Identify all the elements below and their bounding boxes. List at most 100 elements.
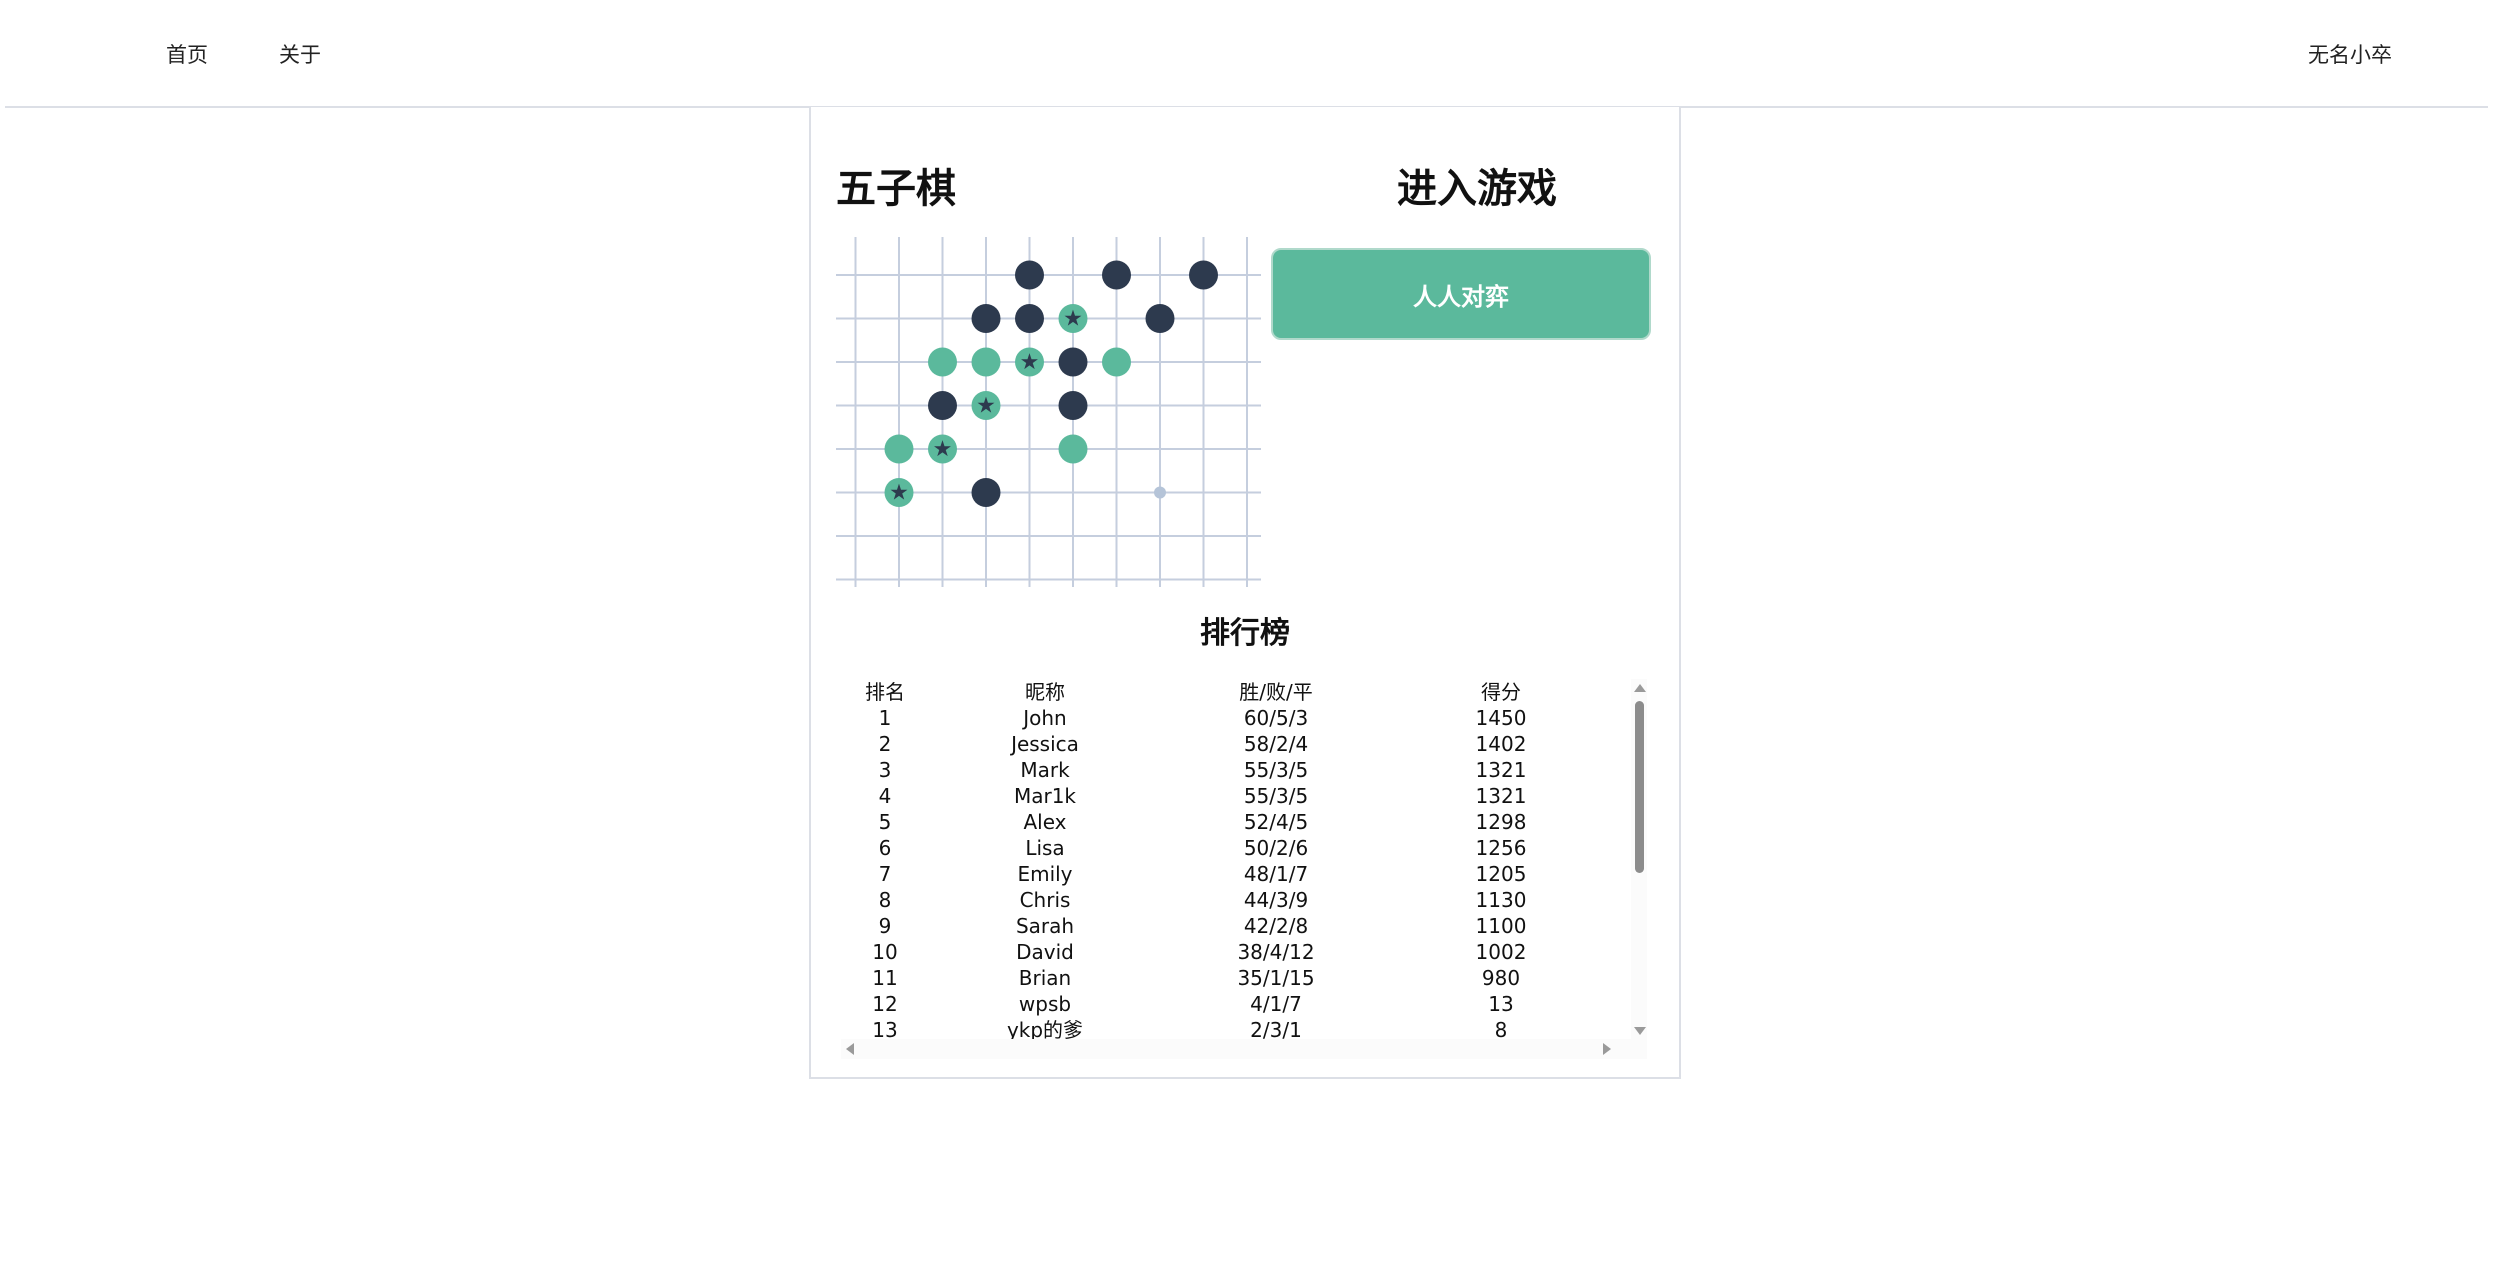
nav-about-link[interactable]: 关于: [279, 40, 321, 70]
green-stone: [971, 347, 1001, 377]
cell-nickname: wpsb: [1018, 992, 1072, 1016]
game-title: 五子棋: [836, 166, 956, 212]
header-rank: 排名: [865, 680, 905, 704]
cell-nickname: David: [1016, 940, 1074, 964]
cell-rank: 4: [878, 784, 892, 808]
game-panel: 五子棋 进入游戏 ★ ★ ★ ★ ★ 人人对弈 排行榜 排名 昵称 胜/败/平 得分: [809, 107, 1681, 1079]
cell-rank: 1: [878, 706, 892, 730]
cell-rank: 12: [872, 992, 898, 1016]
cell-record: 55/3/5: [1243, 758, 1309, 782]
cell-score: 1402: [1475, 732, 1527, 756]
black-stone: [1189, 260, 1218, 290]
cell-rank: 8: [878, 888, 892, 912]
ranking-row: 7 Emily 48/1/7 1205: [841, 861, 1611, 887]
black-stone: [1015, 260, 1044, 290]
nav-home-link[interactable]: 首页: [166, 40, 208, 70]
cell-record: 48/1/7: [1243, 862, 1309, 886]
cell-rank: 10: [872, 940, 898, 964]
scroll-up-icon[interactable]: [1634, 684, 1646, 692]
cell-nickname: Jessica: [1011, 732, 1079, 756]
ranking-table: 排名 昵称 胜/败/平 得分 1 John 60/5/3 1450 2 Jessica 58…: [841, 679, 1611, 1039]
star-marker-icon: ★: [889, 481, 909, 506]
green-stone: [928, 347, 957, 377]
ranking-row: 8 Chris 44/3/9 1130: [841, 887, 1611, 913]
header-record: 胜/败/平: [1239, 680, 1313, 704]
black-stone: [971, 304, 1001, 333]
star-marker-icon: ★: [933, 437, 953, 462]
cell-score: 1256: [1475, 836, 1527, 860]
black-stone: [1058, 347, 1088, 377]
cell-nickname: Chris: [1019, 888, 1071, 912]
horizontal-scrollbar[interactable]: [841, 1039, 1631, 1059]
cell-nickname: Brian: [1018, 966, 1072, 990]
ranking-table-container[interactable]: 排名 昵称 胜/败/平 得分 1 John 60/5/3 1450 2 Jessica 58…: [841, 679, 1647, 1059]
green-stone: [1058, 434, 1088, 464]
cell-record: 55/3/5: [1243, 784, 1309, 808]
pvp-button[interactable]: 人人对弈: [1271, 248, 1651, 340]
cell-nickname: Sarah: [1015, 914, 1075, 938]
cell-record: 60/5/3: [1243, 706, 1309, 730]
cell-score: 980: [1481, 966, 1521, 990]
ranking-row: 10 David 38/4/12 1002: [841, 939, 1611, 965]
top-navbar: 首页 关于 无名小卒: [5, 0, 2488, 108]
cell-nickname: Mark: [1020, 758, 1070, 782]
cell-score: 1100: [1475, 914, 1527, 938]
ranking-row: 1 John 60/5/3 1450: [841, 705, 1611, 731]
header-nickname: 昵称: [1025, 680, 1065, 704]
black-stone: [1145, 304, 1175, 333]
gomoku-board-preview: ★ ★ ★ ★ ★: [836, 237, 1261, 587]
cell-score: 13: [1488, 992, 1514, 1016]
header-score: 得分: [1481, 680, 1521, 704]
cell-nickname: Emily: [1017, 862, 1073, 886]
cell-score: 1450: [1475, 706, 1527, 730]
cell-nickname: ykp的爹: [1006, 1018, 1084, 1039]
ranking-row: 11 Brian 35/1/15 980: [841, 965, 1611, 991]
ranking-title: 排行榜: [1200, 616, 1290, 651]
green-stone: [1102, 347, 1131, 377]
cell-score: 1130: [1475, 888, 1527, 912]
scroll-down-icon[interactable]: [1634, 1027, 1646, 1035]
cell-record: 2/3/1: [1250, 1018, 1302, 1039]
cell-score: 1002: [1475, 940, 1527, 964]
cell-record: 35/1/15: [1237, 966, 1315, 990]
cell-score: 1321: [1475, 784, 1527, 808]
star-marker-icon: ★: [1063, 307, 1083, 332]
cell-score: 1205: [1475, 862, 1527, 886]
scroll-right-icon[interactable]: [1603, 1043, 1611, 1055]
cell-score: 1298: [1475, 810, 1527, 834]
cell-score: 1321: [1475, 758, 1527, 782]
user-name-link[interactable]: 无名小卒: [2308, 40, 2392, 70]
enter-game-title: 进入游戏: [1397, 166, 1557, 212]
ranking-row: 9 Sarah 42/2/8 1100: [841, 913, 1611, 939]
cell-record: 4/1/7: [1250, 992, 1302, 1016]
black-stone: [1102, 260, 1131, 290]
scrollbar-thumb[interactable]: [1635, 701, 1644, 873]
cell-nickname: John: [1023, 706, 1067, 730]
cell-nickname: Lisa: [1025, 836, 1065, 860]
black-stone: [1058, 391, 1088, 420]
ranking-row: 5 Alex 52/4/5 1298: [841, 809, 1611, 835]
cell-record: 52/4/5: [1243, 810, 1309, 834]
cell-nickname: Alex: [1023, 810, 1067, 834]
vertical-scrollbar[interactable]: [1631, 679, 1647, 1039]
star-marker-icon: ★: [1020, 350, 1040, 375]
black-stone: [1015, 304, 1044, 333]
cell-rank: 11: [872, 966, 898, 990]
ranking-row: 13 ykp的爹 2/3/1 8: [841, 1017, 1611, 1039]
ranking-row: 6 Lisa 50/2/6 1256: [841, 835, 1611, 861]
board-hint-dot: [1154, 486, 1166, 499]
black-stone: [928, 391, 957, 420]
cell-rank: 13: [872, 1018, 898, 1039]
cell-rank: 5: [878, 810, 892, 834]
cell-record: 58/2/4: [1243, 732, 1309, 756]
cell-rank: 6: [878, 836, 892, 860]
ranking-row: 12 wpsb 4/1/7 13: [841, 991, 1611, 1017]
cell-record: 42/2/8: [1243, 914, 1309, 938]
cell-nickname: Mar1k: [1013, 784, 1077, 808]
ranking-row: 2 Jessica 58/2/4 1402: [841, 731, 1611, 757]
scroll-left-icon[interactable]: [846, 1043, 854, 1055]
cell-rank: 7: [878, 862, 892, 886]
green-stone: [884, 434, 914, 464]
cell-score: 8: [1494, 1018, 1508, 1039]
cell-record: 38/4/12: [1237, 940, 1315, 964]
